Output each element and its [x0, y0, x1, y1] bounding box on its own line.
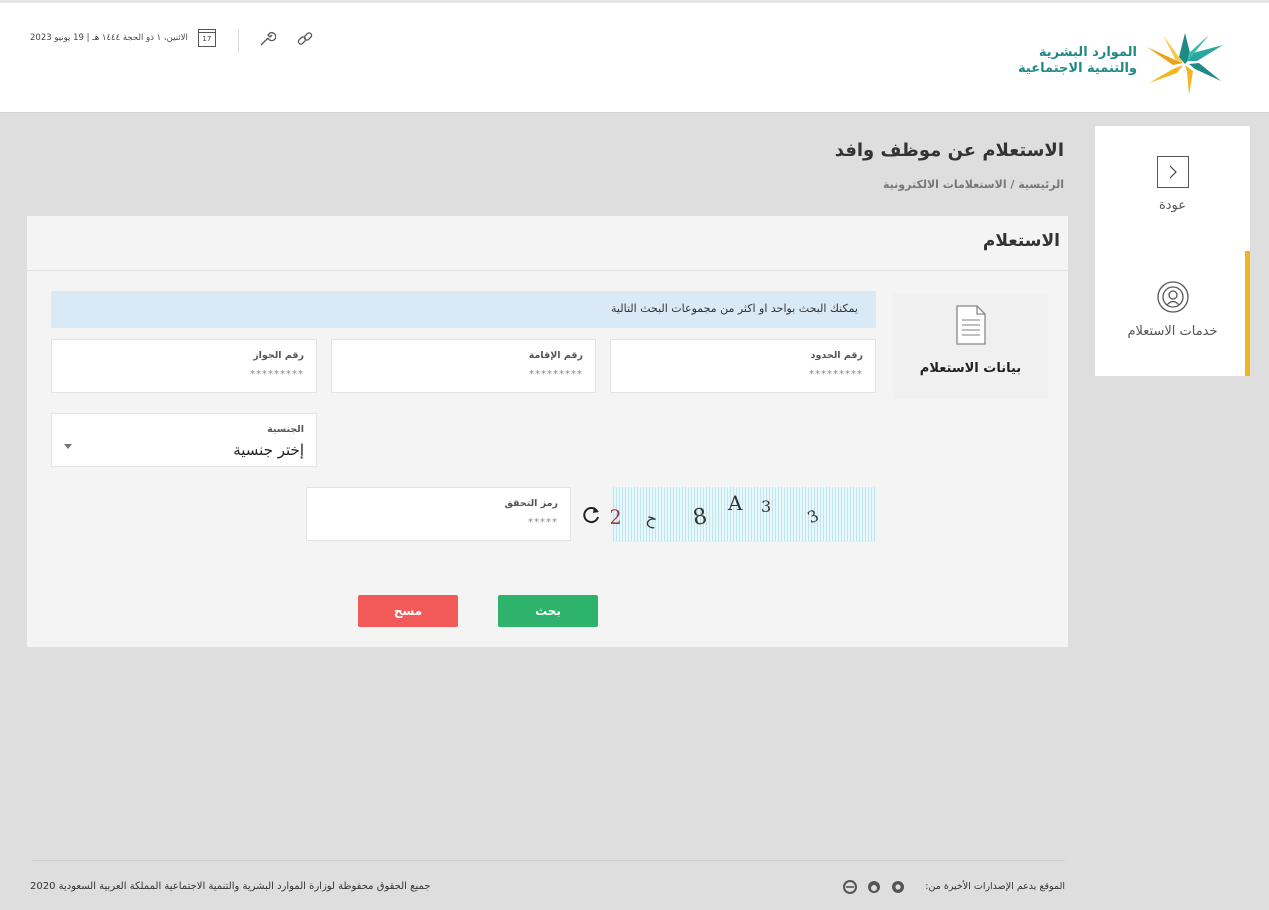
ministry-logo[interactable]: الموارد البشرية والتنمية الاجتماعية [1015, 31, 1225, 99]
header-divider [237, 29, 239, 53]
breadcrumb[interactable]: الرئيسية / الاستعلامات الالكترونية [883, 178, 1064, 191]
captcha-char: 3 [804, 505, 822, 528]
logo-line-2: والتنمية الاجتماعية [1018, 61, 1137, 76]
iqama-number-input[interactable]: ********* [529, 369, 583, 380]
calendar-icon[interactable]: 17 [197, 29, 216, 47]
page-header: الموارد البشرية والتنمية الاجتماعية الاث… [0, 0, 1269, 113]
footer-copyright: جميع الحقوق محفوظة لوزارة الموارد البشري… [30, 881, 431, 892]
captcha-char: ح [644, 507, 661, 530]
iqama-number-field[interactable]: رقم الإقامة ********* [331, 339, 596, 393]
info-text: يمكنك البحث بواحد او اكثر من مجموعات الب… [611, 302, 858, 315]
nationality-select[interactable]: الجنسية إختر جنسية [51, 413, 317, 467]
captcha-char: 8 [690, 503, 710, 532]
captcha-char: 2 [611, 505, 622, 529]
ie-icon [843, 880, 857, 894]
browser-icons [843, 880, 905, 894]
nationality-label: الجنسية [267, 424, 304, 435]
active-indicator [1245, 251, 1250, 376]
inquiry-services-item[interactable]: خدمات الاستعلام [1095, 280, 1250, 339]
inquiry-data-label: بيانات الاستعلام [919, 361, 1022, 376]
back-label: عودة [1158, 198, 1187, 213]
card-header: الاستعلام [27, 216, 1068, 271]
border-number-field[interactable]: رقم الحدود ********* [610, 339, 876, 393]
chrome-icon [892, 881, 904, 893]
side-panel: عودة خدمات الاستعلام [1095, 126, 1250, 376]
chevron-down-icon[interactable] [64, 444, 72, 449]
border-number-input[interactable]: ********* [809, 369, 863, 380]
clear-button[interactable]: مسح [358, 595, 458, 627]
captcha-image: 2 ح 8 A 3 3 [611, 487, 876, 542]
ministry-logo-mark-icon [1147, 33, 1223, 95]
current-date: الاثنين، ١ ذو الحجة ١٤٤٤ هـ | 19 يونيو 2… [30, 33, 188, 43]
firefox-icon [868, 881, 880, 893]
chevron-right-icon [1156, 156, 1189, 188]
passport-number-field[interactable]: رقم الجواز ********* [51, 339, 317, 393]
inquiry-card: الاستعلام بيانات الاستعلام يمكنك البحث ب… [27, 216, 1068, 647]
captcha-input[interactable]: ***** [528, 517, 558, 528]
inquiry-data-tile[interactable]: بيانات الاستعلام [893, 293, 1048, 399]
captcha-label: رمز التحقق [504, 498, 558, 509]
document-icon [955, 305, 987, 345]
services-label: خدمات الاستعلام [1127, 324, 1218, 339]
passport-number-label: رقم الجواز [253, 350, 304, 361]
refresh-captcha-icon[interactable] [580, 504, 602, 526]
calendar-day: 17 [202, 35, 212, 43]
captcha-field[interactable]: رمز التحقق ***** [306, 487, 571, 541]
passport-number-input[interactable]: ********* [250, 369, 304, 380]
link-icon[interactable] [295, 29, 315, 49]
captcha-char: A [728, 491, 743, 515]
info-alert: يمكنك البحث بواحد او اكثر من مجموعات الب… [51, 291, 876, 328]
wrench-icon[interactable] [257, 29, 277, 49]
ministry-logo-text: الموارد البشرية والتنمية الاجتماعية [1018, 45, 1137, 77]
header-tools: الاثنين، ١ ذو الحجة ١٤٤٤ هـ | 19 يونيو 2… [24, 26, 315, 56]
card-title: الاستعلام [982, 231, 1060, 251]
back-button[interactable]: عودة [1095, 156, 1250, 213]
page-title: الاستعلام عن موظف وافد [834, 140, 1064, 161]
broadcast-icon [1156, 280, 1190, 314]
nationality-value[interactable]: إختر جنسية [233, 441, 304, 459]
search-button[interactable]: بحث [498, 595, 598, 627]
logo-line-1: الموارد البشرية [1038, 45, 1137, 60]
iqama-number-label: رقم الإقامة [528, 350, 583, 361]
border-number-label: رقم الحدود [810, 350, 863, 361]
captcha-char: 3 [761, 497, 772, 516]
footer-divider [32, 860, 1065, 861]
footer-browser-support: الموقع يدعم الإصدارات الأخيرة من: [925, 881, 1065, 892]
